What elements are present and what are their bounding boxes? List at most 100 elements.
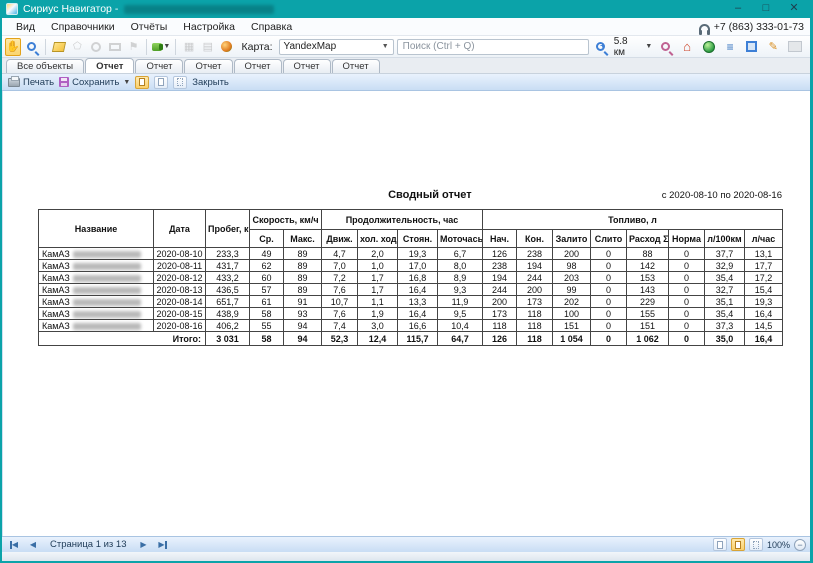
map-layers-icon [51,42,65,52]
value-cell: 1,9 [358,308,398,320]
grid-icon: ▦ [184,40,194,53]
polygon-icon: ⬠ [73,41,82,52]
total-value-cell: 1 062 [627,332,669,346]
flag-tool-button[interactable]: ⚑ [126,38,142,56]
chevron-down-icon[interactable]: ▼ [645,43,652,50]
tab-all-objects[interactable]: Все объекты [6,59,84,73]
fit-page-icon [177,78,183,86]
table-row: КамАЗ2020-08-13436,557897,61,716,49,3244… [39,284,783,296]
print-button[interactable]: Печать [8,77,54,88]
menu-help[interactable]: Справка [243,20,300,34]
tab-report-3[interactable]: Отчет [184,59,232,73]
value-cell: 16,6 [398,320,438,332]
globe-button[interactable] [700,38,717,56]
value-cell: 0 [669,308,705,320]
col-header-l-per-hour: л/час [745,230,783,248]
zoom-in-button[interactable]: + [592,38,609,56]
headset-icon [699,24,710,32]
geozone-button[interactable] [219,38,235,56]
notes-button[interactable]: ✎ [765,38,782,56]
pan-tool-button[interactable]: ✋ [5,38,21,56]
value-cell: 200 [483,296,517,308]
vehicle-name-cell: КамАЗ [39,284,154,296]
next-page-button[interactable]: ▶ [136,539,152,551]
minimize-button[interactable]: – [726,2,750,16]
menu-directories[interactable]: Справочники [43,20,123,34]
tab-report-4[interactable]: Отчет [234,59,282,73]
value-cell: 35,4 [705,272,745,284]
tab-report-6[interactable]: Отчет [332,59,380,73]
value-cell: 202 [553,296,591,308]
toolbar-separator [45,39,46,55]
layout-fit-width-button[interactable] [731,538,745,551]
map-select-value: YandexMap [284,41,337,52]
track-button[interactable]: ▤ [200,38,216,56]
view-fit-button[interactable] [173,76,187,89]
date-cell: 2020-08-15 [154,308,206,320]
save-button[interactable]: Сохранить ▼ [59,77,130,88]
view-continuous-button[interactable] [154,76,168,89]
menu-settings[interactable]: Настройка [175,20,243,34]
select-area-button[interactable] [743,38,760,56]
rectangle-tool-button[interactable] [107,38,123,56]
home-button[interactable]: ⌂ [679,38,696,56]
menu-view[interactable]: Вид [8,20,43,34]
object-list-button[interactable]: ≡ [722,38,739,56]
tab-report-1[interactable]: Отчет [85,58,134,73]
vehicle-button[interactable]: ▼ [152,38,170,56]
prev-page-button[interactable]: ◀ [25,539,41,551]
page-indicator: Страница 1 из 13 [44,539,133,550]
selection-frame-icon [746,41,757,52]
grid-view-button[interactable]: ▦ [181,38,197,56]
globe-icon [703,41,715,53]
value-cell: 98 [553,260,591,272]
close-button[interactable]: ✕ [782,2,806,16]
col-header-speed-max: Макс. [284,230,322,248]
home-icon: ⌂ [683,41,691,53]
menu-reports[interactable]: Отчёты [123,20,176,34]
value-cell: 0 [669,284,705,296]
tab-strip: Все объекты Отчет Отчет Отчет Отчет Отче… [2,58,810,74]
maximize-button[interactable]: □ [754,2,778,16]
tab-report-5[interactable]: Отчет [283,59,331,73]
zoom-out-control[interactable]: − [794,539,806,551]
last-page-button[interactable]: ▶ [155,539,171,551]
col-header-engine-hours: Моточасы [438,230,483,248]
col-header-date: Дата [154,210,206,248]
table-row: КамАЗ2020-08-16406,255947,43,016,610,411… [39,320,783,332]
col-header-fuel-start: Нач. [483,230,517,248]
value-cell: 37,3 [705,320,745,332]
pager-bar: ◀ ◀ Страница 1 из 13 ▶ ▶ 100% − [2,536,810,552]
value-cell: 2,0 [358,248,398,260]
map-select[interactable]: YandexMap ▼ [279,39,394,55]
polygon-tool-button[interactable]: ⬠ [69,38,85,56]
value-cell: 233,3 [206,248,250,260]
vehicle-name-cell: КамАЗ [39,308,154,320]
zoom-out-button[interactable] [657,38,674,56]
date-cell: 2020-08-12 [154,272,206,284]
value-cell: 7,0 [322,260,358,272]
map-edit-button[interactable] [51,38,67,56]
layout-single-button[interactable] [713,538,727,551]
search-input[interactable] [397,39,589,55]
col-header-idle: хол. ход. [358,230,398,248]
value-cell: 0 [591,296,627,308]
value-cell: 58 [250,308,284,320]
tab-report-2[interactable]: Отчет [135,59,183,73]
status-strip [2,552,810,561]
close-report-button[interactable]: Закрыть [192,77,229,88]
value-cell: 100 [553,308,591,320]
circle-tool-button[interactable] [88,38,104,56]
table-row: КамАЗ2020-08-12433,260897,21,716,88,9194… [39,272,783,284]
view-single-page-button[interactable] [135,76,149,89]
edit-icon: ✎ [769,40,778,53]
first-page-button[interactable]: ◀ [6,539,22,551]
table-row: КамАЗ2020-08-10233,349894,72,019,36,7126… [39,248,783,260]
layout-whole-page-button[interactable] [749,538,763,551]
table-row: КамАЗ2020-08-14651,7619110,71,113,311,92… [39,296,783,308]
value-cell: 93 [284,308,322,320]
value-cell: 16,4 [398,284,438,296]
value-cell: 142 [627,260,669,272]
zoom-tool-button[interactable] [24,38,40,56]
value-cell: 651,7 [206,296,250,308]
